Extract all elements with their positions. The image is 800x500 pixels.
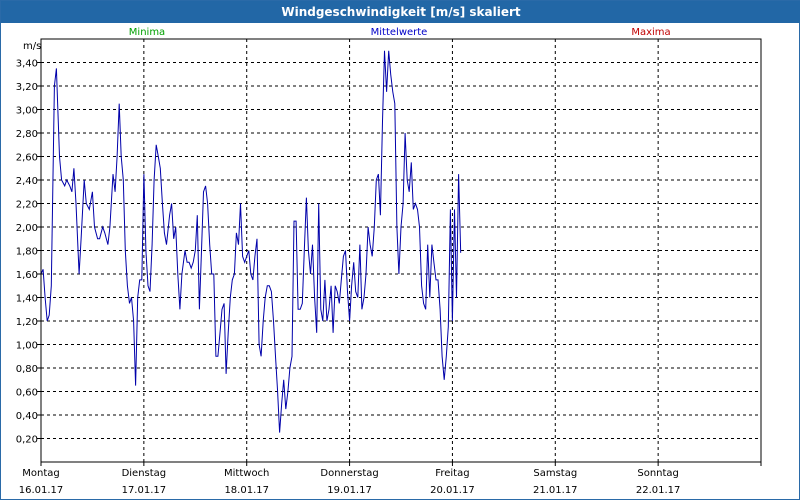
y-tick-label: 1,00 [16,341,38,352]
x-tick-date: 21.01.17 [533,485,578,496]
x-tick-date: 17.01.17 [122,485,167,496]
chart-title-bar: Windgeschwindigkeit [m/s] skaliert [1,1,800,23]
y-tick-label: 2,20 [16,200,38,211]
x-tick-date: 16.01.17 [19,485,64,496]
y-axis-unit: m/s [23,41,41,52]
legend-maxima: Maxima [631,27,670,38]
chart-svg: Minima Mittelwerte Maxima m/s 0,200,400,… [16,27,762,496]
y-tick-label: 0,20 [16,435,38,446]
y-tick-label: 2,40 [16,176,38,187]
x-tick-day: Samstag [533,468,577,479]
y-tick-label: 2,00 [16,223,38,234]
y-tick-label: 1,40 [16,294,38,305]
x-tick-day: Freitag [435,468,469,479]
y-tick-label: 1,60 [16,270,38,281]
y-tick-label: 2,80 [16,129,38,140]
chart-window: Windgeschwindigkeit [m/s] skaliert Minim… [0,0,800,500]
chart-title: Windgeschwindigkeit [m/s] skaliert [281,5,521,19]
x-tick-date: 19.01.17 [327,485,372,496]
y-tick-label: 3,20 [16,82,38,93]
x-tick-day: Dienstag [122,468,167,479]
series-line-mittelwerte [40,50,462,433]
y-tick-label: 1,80 [16,247,38,258]
legend-minima: Minima [129,27,165,38]
y-tick-label: 0,60 [16,388,38,399]
x-tick-date: 22.01.17 [636,485,681,496]
y-tick-label: 0,80 [16,364,38,375]
y-tick-labels: 0,20 0,40 0,60 0,80 1,00 1,20 1,40 1,60 1,80 2,00… [16,59,38,446]
legend-mittelwerte: Mittelwerte [371,27,428,38]
x-tick-day: Donnerstag [320,468,378,479]
y-tick-label: 1,20 [16,317,38,328]
y-tick-label: 0,40 [16,411,38,422]
x-tick-day: Montag [22,468,59,479]
y-tick-label: 2,60 [16,153,38,164]
y-tick-label: 3,40 [16,59,38,70]
x-tick-labels: Montag 16.01.17 Dienstag 17.01.17 Mittwoch 18… [19,468,681,496]
y-tick-label: 3,00 [16,106,38,117]
x-tick-date: 20.01.17 [430,485,475,496]
x-tick-day: Sonntag [637,468,679,479]
x-tick-day: Mittwoch [224,468,269,479]
x-tick-date: 18.01.17 [224,485,269,496]
